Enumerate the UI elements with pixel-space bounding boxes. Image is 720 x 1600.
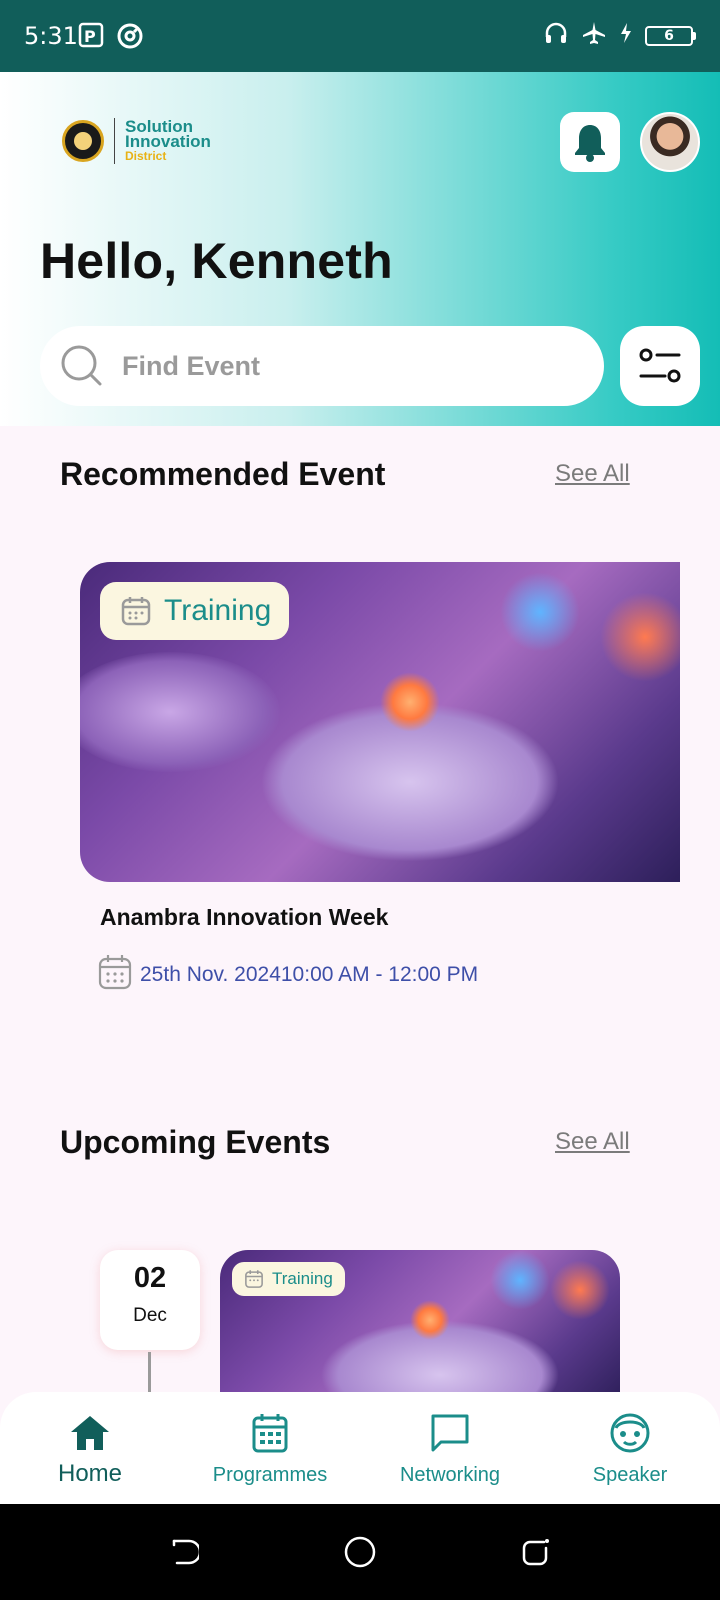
event-category-badge: Training xyxy=(232,1262,345,1296)
bottom-nav: Home Programmes Networking Speaker xyxy=(0,1392,720,1504)
recents-button[interactable] xyxy=(518,1534,554,1570)
home-button[interactable] xyxy=(342,1534,378,1570)
status-time: 5:31 xyxy=(24,22,78,50)
headphones-icon xyxy=(543,20,569,51)
app-logo: Solution Innovation District xyxy=(62,118,211,164)
filter-icon xyxy=(639,348,681,383)
at-sign-icon xyxy=(116,22,144,55)
upcoming-event-image[interactable]: Training xyxy=(220,1250,620,1400)
badge-label: Training xyxy=(272,1269,333,1288)
recommended-section-title: Recommended Event xyxy=(60,456,386,492)
search-input[interactable] xyxy=(122,350,562,382)
upcoming-event-date-chip: 02 Dec xyxy=(100,1250,200,1350)
logo-line-3: District xyxy=(125,148,167,163)
seal-icon xyxy=(62,120,104,162)
battery-level: 6 xyxy=(645,25,693,46)
notifications-button[interactable] xyxy=(560,112,620,172)
timeline-line xyxy=(148,1352,151,1394)
recommended-see-all-link[interactable]: See All xyxy=(555,460,630,488)
airplane-icon xyxy=(581,20,607,51)
chat-icon xyxy=(375,1410,525,1456)
calendar-icon xyxy=(244,1269,264,1289)
nav-item-home[interactable]: Home xyxy=(15,1410,165,1488)
svg-text:P: P xyxy=(84,27,96,46)
search-bar[interactable] xyxy=(40,326,604,406)
date-day: 02 xyxy=(133,1262,167,1294)
search-icon xyxy=(61,345,102,386)
filter-button[interactable] xyxy=(620,326,700,406)
home-icon xyxy=(15,1410,165,1456)
greeting: Hello, Kenneth xyxy=(40,233,393,289)
speaker-icon xyxy=(555,1410,705,1456)
recommended-event-date: 25th Nov. 202410:00 AM - 12:00 PM xyxy=(98,954,478,995)
battery-icon: 6 xyxy=(645,25,696,46)
nav-label-programmes: Programmes xyxy=(212,1464,328,1486)
calendar-icon xyxy=(98,954,132,995)
charging-icon xyxy=(619,22,633,49)
header: Solution Innovation District Hello, Kenn… xyxy=(0,72,720,426)
nav-item-speaker[interactable]: Speaker xyxy=(555,1410,705,1487)
system-nav-bar xyxy=(0,1504,720,1600)
badge-label: Training xyxy=(164,594,272,627)
recommended-event-image[interactable]: Training xyxy=(80,562,680,882)
upcoming-section-title: Upcoming Events xyxy=(60,1124,331,1160)
bell-icon xyxy=(575,125,605,162)
back-button[interactable] xyxy=(166,1534,202,1570)
status-bar: 5:31 P 6 xyxy=(0,0,720,72)
p-app-icon: P xyxy=(78,22,104,53)
calendar-icon xyxy=(120,595,152,627)
nav-label-home: Home xyxy=(57,1460,123,1487)
upcoming-see-all-link[interactable]: See All xyxy=(555,1128,630,1156)
status-icons: 6 xyxy=(543,20,696,51)
recommended-event-title[interactable]: Anambra Innovation Week xyxy=(100,904,388,931)
date-month: Dec xyxy=(133,1305,167,1326)
logo-line-2: Innovation xyxy=(125,131,211,151)
event-category-badge: Training xyxy=(100,582,290,640)
nav-item-networking[interactable]: Networking xyxy=(375,1410,525,1487)
nav-label-networking: Networking xyxy=(399,1464,501,1486)
calendar-icon xyxy=(195,1410,345,1456)
nav-item-programmes[interactable]: Programmes xyxy=(195,1410,345,1487)
avatar[interactable] xyxy=(640,112,700,172)
event-date-text: 25th Nov. 202410:00 AM - 12:00 PM xyxy=(140,962,479,986)
nav-label-speaker: Speaker xyxy=(592,1464,668,1486)
